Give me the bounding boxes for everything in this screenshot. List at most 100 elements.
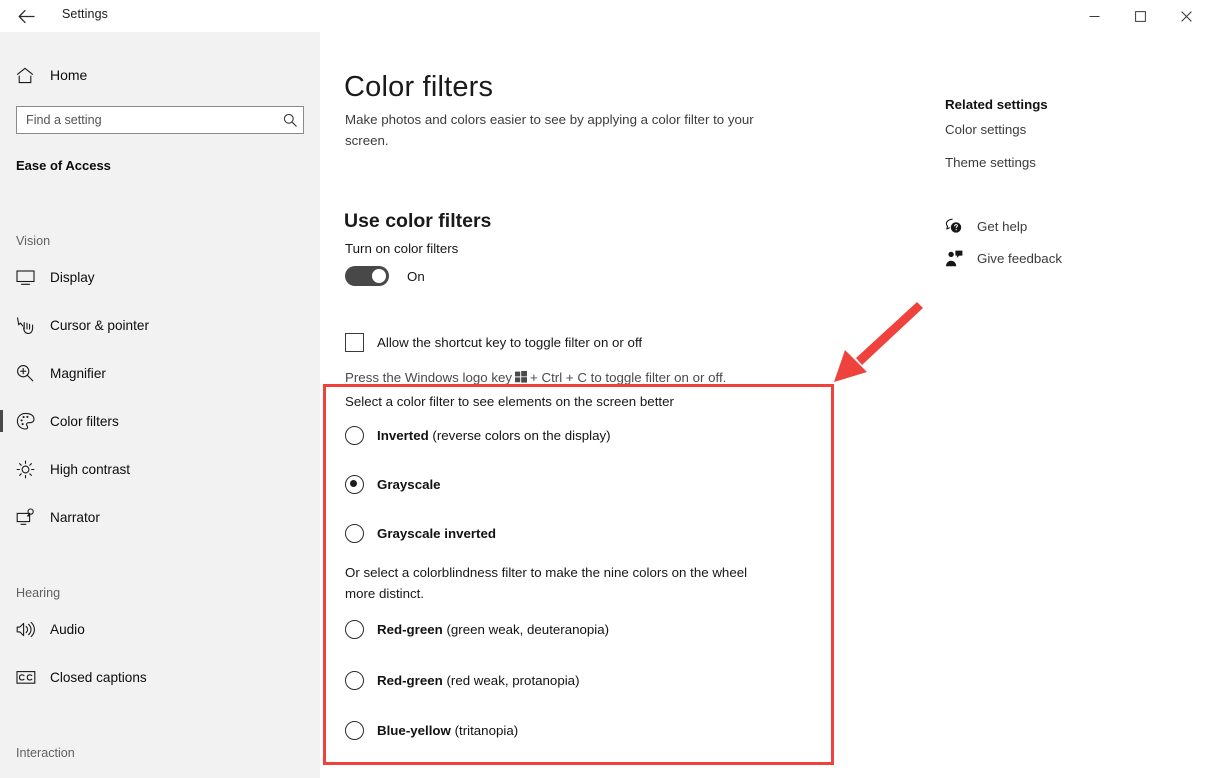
radio-mark-tritanopia[interactable] (345, 721, 364, 740)
radio-label-tritanopia: Blue-yellow (tritanopia) (377, 723, 518, 738)
sidebar-item-closed-captions-label: Closed captions (50, 669, 147, 685)
sidebar-item-color-filters[interactable]: Color filters (0, 401, 320, 441)
palette-icon (16, 409, 46, 433)
get-help-action[interactable]: Get help (945, 216, 1195, 236)
main-content: Color filters Make photos and colors eas… (320, 32, 1210, 778)
closed-captions-icon (16, 665, 46, 689)
window-title: Settings (62, 7, 108, 21)
sidebar-item-cursor-pointer[interactable]: Cursor & pointer (0, 305, 320, 345)
radio-label-deuteranopia-rest: (green weak, deuteranopia) (442, 622, 610, 637)
radio-option-protanopia[interactable]: Red-green (red weak, protanopia) (345, 671, 580, 690)
sidebar-item-narrator[interactable]: Narrator (0, 497, 320, 537)
sidebar-item-magnifier[interactable]: Magnifier (0, 353, 320, 393)
sidebar-item-home[interactable]: Home (0, 58, 320, 92)
radio-label-inverted-rest: (reverse colors on the display) (428, 428, 611, 443)
sidebar-item-display[interactable]: Display (0, 257, 320, 297)
radio-label-tritanopia-strong: Blue-yellow (377, 723, 451, 738)
windows-logo-icon (515, 371, 528, 383)
shortcut-checkbox-row[interactable]: Allow the shortcut key to toggle filter … (345, 333, 642, 352)
color-filters-toggle-row[interactable]: On (345, 266, 425, 286)
radio-label-grayscale: Grayscale (377, 477, 441, 492)
sidebar-item-audio-label: Audio (50, 621, 85, 637)
shortcut-checkbox-label: Allow the shortcut key to toggle filter … (377, 335, 643, 350)
section-heading-use-color-filters: Use color filters (344, 210, 492, 233)
radio-mark-grayscale[interactable] (345, 475, 364, 494)
radio-label-protanopia-strong: Red-green (377, 673, 443, 688)
radio-label-grayscale-inverted-strong: Grayscale inverted (377, 526, 497, 541)
page-description: Make photos and colors easier to see by … (345, 112, 754, 148)
sidebar-item-high-contrast-label: High contrast (50, 461, 131, 477)
radio-label-grayscale-inverted: Grayscale inverted (377, 526, 496, 541)
related-settings-rail: Related settings Color settings Theme se… (945, 97, 1195, 280)
help-question-bubble-icon (945, 216, 971, 236)
color-filters-toggle[interactable] (345, 266, 389, 286)
maximize-icon[interactable] (1117, 0, 1163, 32)
sidebar: Home Ease of Access Vision Display (0, 32, 320, 778)
radio-option-inverted[interactable]: Inverted (reverse colors on the display) (345, 426, 611, 445)
radio-option-grayscale[interactable]: Grayscale (345, 475, 441, 494)
toggle-state-label: On (407, 268, 425, 284)
sidebar-item-home-label: Home (50, 67, 88, 83)
radio-label-grayscale-strong: Grayscale (377, 477, 441, 492)
toggle-knob (372, 269, 386, 283)
sun-icon (16, 457, 46, 481)
radio-label-tritanopia-rest: (tritanopia) (450, 723, 519, 738)
give-feedback-icon (945, 248, 971, 268)
sidebar-group-hearing: Hearing (16, 586, 61, 600)
toggle-caption: Turn on color filters (345, 241, 459, 256)
filter-options-intro: Select a color filter to see elements on… (345, 394, 674, 409)
cursor-pointer-icon (16, 313, 46, 337)
narrator-icon (16, 505, 46, 529)
radio-option-deuteranopia[interactable]: Red-green (green weak, deuteranopia) (345, 620, 609, 639)
give-feedback-action[interactable]: Give feedback (945, 248, 1195, 268)
sidebar-item-closed-captions[interactable]: Closed captions (0, 657, 320, 697)
sidebar-item-display-label: Display (50, 269, 95, 285)
close-icon[interactable] (1163, 0, 1209, 32)
related-settings-heading: Related settings (945, 97, 1048, 112)
give-feedback-label: Give feedback (977, 250, 1063, 266)
sidebar-item-color-filters-label: Color filters (50, 413, 119, 429)
page-title: Color filters (344, 71, 494, 104)
sidebar-item-magnifier-label: Magnifier (50, 365, 106, 381)
shortcut-hint-suffix: + Ctrl + C to toggle filter on or off. (530, 370, 727, 385)
radio-label-deuteranopia-strong: Red-green (377, 622, 443, 637)
sidebar-item-high-contrast[interactable]: High contrast (0, 449, 320, 489)
back-arrow-icon[interactable] (8, 2, 44, 30)
radio-mark-inverted[interactable] (345, 426, 364, 445)
sidebar-category-title: Ease of Access (16, 158, 111, 173)
get-help-label: Get help (977, 218, 1028, 234)
speaker-icon (16, 617, 46, 641)
shortcut-hint-prefix: Press the Windows logo key (345, 370, 513, 385)
sidebar-group-interaction: Interaction (16, 746, 75, 760)
help-section: Get help Give feedback (945, 216, 1195, 268)
radio-label-inverted: Inverted (reverse colors on the display) (377, 428, 611, 443)
search-icon[interactable] (277, 107, 303, 133)
radio-mark-protanopia[interactable] (345, 671, 364, 690)
colorblindness-intro: Or select a colorblindness filter to mak… (345, 565, 748, 601)
red-callout-arrow (834, 302, 923, 382)
radio-mark-deuteranopia[interactable] (345, 620, 364, 639)
radio-option-grayscale-inverted[interactable]: Grayscale inverted (345, 524, 496, 543)
radio-label-deuteranopia: Red-green (green weak, deuteranopia) (377, 622, 609, 637)
radio-label-protanopia-rest: (red weak, protanopia) (442, 673, 580, 688)
sidebar-item-narrator-label: Narrator (50, 509, 100, 525)
minimize-icon[interactable] (1071, 0, 1117, 32)
settings-window: Settings Home Find a setting Ease of Acc… (0, 0, 1210, 778)
sidebar-item-cursor-pointer-label: Cursor & pointer (50, 317, 149, 333)
radio-mark-grayscale-inverted[interactable] (345, 524, 364, 543)
search-box[interactable] (16, 106, 304, 134)
link-theme-settings[interactable]: Theme settings (945, 155, 1195, 170)
sidebar-group-vision: Vision (16, 234, 51, 248)
shortcut-checkbox[interactable] (345, 333, 364, 352)
search-input[interactable] (17, 107, 277, 133)
radio-option-tritanopia[interactable]: Blue-yellow (tritanopia) (345, 721, 518, 740)
shortcut-hint: Press the Windows logo key + Ctrl + C to… (345, 370, 726, 385)
sidebar-item-audio[interactable]: Audio (0, 609, 320, 649)
link-color-settings[interactable]: Color settings (945, 122, 1195, 137)
radio-label-protanopia: Red-green (red weak, protanopia) (377, 673, 580, 688)
title-bar: Settings (0, 0, 1210, 32)
magnifier-icon (16, 361, 46, 385)
monitor-icon (16, 265, 46, 289)
home-icon (16, 67, 46, 84)
radio-label-inverted-strong: Inverted (377, 428, 429, 443)
